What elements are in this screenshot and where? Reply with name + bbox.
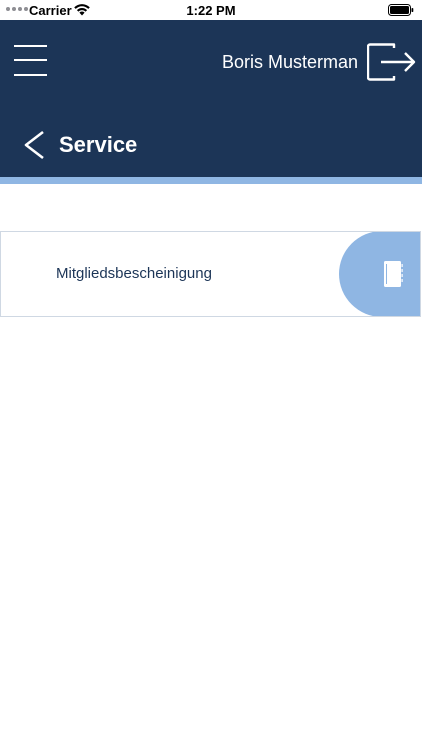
logout-button[interactable]: [366, 42, 419, 82]
back-chevron-icon: [24, 130, 44, 160]
service-item-mitgliedsbescheinigung[interactable]: Mitgliedsbescheinigung: [0, 231, 421, 317]
document-icon: [384, 261, 403, 287]
header-divider: [0, 177, 422, 184]
service-item-accent: [339, 232, 420, 316]
status-bar: Carrier 1:22 PM: [0, 0, 422, 20]
menu-button[interactable]: [14, 44, 47, 77]
user-name: Boris Musterman: [221, 52, 358, 72]
service-item-label: Mitgliedsbescheinigung: [56, 265, 212, 282]
logout-icon: [366, 43, 416, 81]
battery-icon: [388, 4, 414, 16]
status-time: 1:22 PM: [186, 3, 236, 18]
page-title: Service: [59, 132, 138, 157]
back-button[interactable]: [22, 130, 46, 160]
app-header: Boris Musterman Service: [0, 20, 422, 177]
